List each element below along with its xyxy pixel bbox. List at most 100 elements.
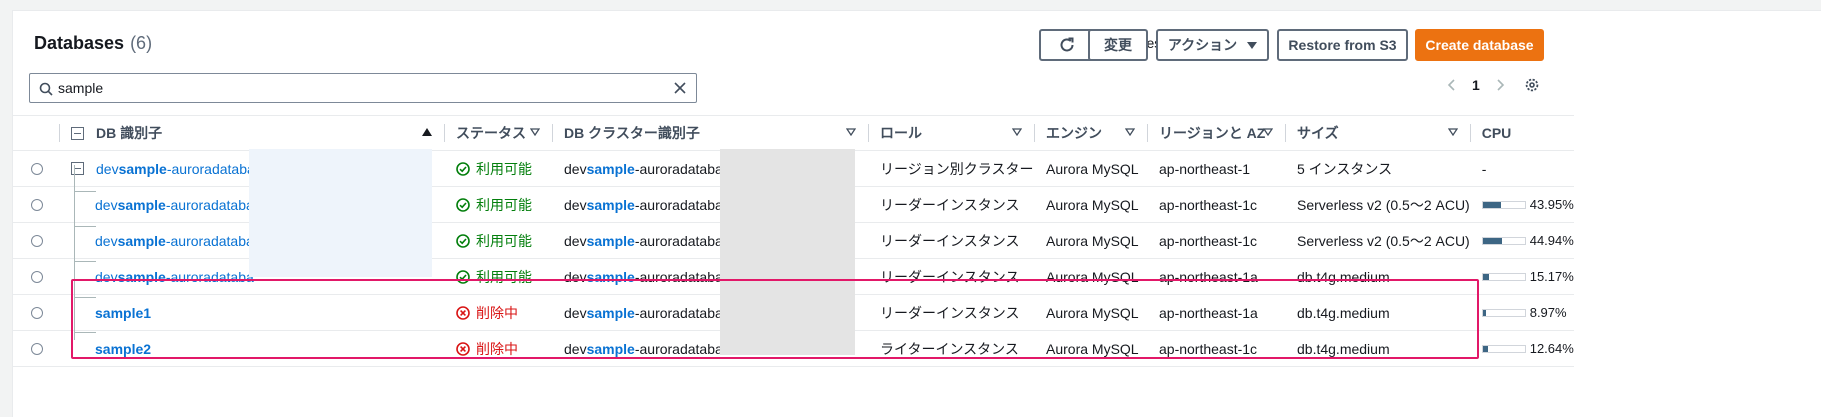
region-cell: ap-northeast-1a <box>1147 258 1285 295</box>
db-identifier-link[interactable]: devsample-auroradataba <box>95 269 254 285</box>
column-header-role[interactable]: ロール <box>868 115 1034 151</box>
cpu-usage: 43.95% <box>1470 197 1574 212</box>
region-cell: ap-northeast-1a <box>1147 294 1285 331</box>
row-radio[interactable] <box>31 270 43 283</box>
db-identifier-link[interactable]: devsample-auroradataba <box>95 233 254 249</box>
row-select[interactable] <box>13 222 59 259</box>
engine-text: Aurora MySQL <box>1046 268 1139 285</box>
role-cell: リーダーインスタンス <box>868 294 1034 331</box>
filter-caret-icon[interactable] <box>1012 128 1022 136</box>
size-cell: db.t4g.medium <box>1285 330 1470 367</box>
column-header-region[interactable]: リージョンと AZ <box>1147 115 1285 151</box>
caret-down-icon <box>1247 41 1258 49</box>
filter-caret-icon[interactable] <box>846 128 856 136</box>
engine-text: Aurora MySQL <box>1046 160 1139 177</box>
cpu-usage: 12.64% <box>1470 341 1574 356</box>
row-radio[interactable] <box>31 342 43 355</box>
chevron-right-icon[interactable] <box>1494 78 1506 92</box>
actions-label: アクション <box>1167 37 1238 53</box>
row-radio[interactable] <box>31 198 43 211</box>
id-suffix: -auroradataba <box>165 196 254 213</box>
db-identifier-link[interactable]: sample1 <box>95 305 151 321</box>
status-text: 削除中 <box>476 304 518 321</box>
check-circle-icon <box>456 269 470 284</box>
row-radio[interactable] <box>31 234 43 247</box>
row-select[interactable] <box>13 258 59 295</box>
filter-caret-icon[interactable] <box>1447 128 1458 136</box>
column-header-cpu[interactable]: CPU <box>1469 115 1574 151</box>
size-cell: Serverless v2 (0.5〜2 ACU) <box>1285 186 1470 223</box>
id-match: sample <box>117 268 166 285</box>
actions-dropdown[interactable]: アクション <box>1156 29 1269 61</box>
engine-text: Aurora MySQL <box>1046 196 1139 213</box>
size-text: db.t4g.medium <box>1297 340 1390 357</box>
cpu-usage: 44.94% <box>1470 233 1574 248</box>
status-cell: 削除中 <box>444 294 552 331</box>
column-header-size[interactable]: サイズ <box>1285 115 1470 151</box>
refresh-icon <box>1060 37 1074 52</box>
modify-label: 変更 <box>1104 37 1132 53</box>
column-header-engine[interactable]: エンジン <box>1034 115 1147 151</box>
role-text: ライターインスタンス <box>880 340 1019 357</box>
column-header-id[interactable]: DB 識別子 <box>59 115 444 151</box>
row-select[interactable] <box>13 294 59 331</box>
modify-button[interactable]: 変更 <box>1088 29 1148 61</box>
row-select[interactable] <box>13 150 59 187</box>
column-label-status: ステータス <box>456 125 526 141</box>
role-text: リージョン別クラスター <box>880 160 1034 177</box>
redaction-blur <box>720 149 855 355</box>
select-column-header <box>13 115 59 151</box>
cluster-match: sample <box>586 340 635 357</box>
filter-caret-icon[interactable] <box>530 128 540 136</box>
db-identifier-cell: sample2 <box>59 330 444 367</box>
role-text: リーダーインスタンス <box>880 196 1020 213</box>
column-header-status[interactable]: ステータス <box>444 115 552 151</box>
sort-ascending-icon[interactable] <box>422 128 432 136</box>
row-select[interactable] <box>13 330 59 367</box>
collapse-icon[interactable] <box>71 162 84 175</box>
search-input[interactable]: sample <box>29 73 697 103</box>
column-header-cluster[interactable]: DB クラスター識別子 <box>552 115 868 151</box>
collapse-all-icon[interactable] <box>71 126 84 140</box>
search-value[interactable]: sample <box>58 80 696 96</box>
id-match: sample2 <box>95 340 152 357</box>
cluster-prefix: dev <box>564 268 587 285</box>
filter-caret-icon[interactable] <box>1263 128 1273 136</box>
cpu-cell: 12.64% <box>1469 330 1574 367</box>
restore-from-s3-button[interactable]: Restore from S3 <box>1277 29 1408 61</box>
role-cell: リーダーインスタンス <box>868 222 1034 259</box>
role-cell: リーダーインスタンス <box>868 258 1034 295</box>
cpu-value: 12.64% <box>1529 341 1574 356</box>
gear-icon[interactable] <box>1524 77 1540 93</box>
database-count: (6) <box>130 33 153 53</box>
cluster-prefix: dev <box>564 304 587 321</box>
current-page[interactable]: 1 <box>1472 77 1480 93</box>
column-label-region: リージョンと AZ <box>1159 125 1266 141</box>
check-circle-icon <box>456 197 470 212</box>
error-circle-icon <box>456 341 470 356</box>
region-text: ap-northeast-1c <box>1159 196 1258 213</box>
chevron-left-icon[interactable] <box>1446 78 1458 92</box>
refresh-button[interactable] <box>1039 29 1095 61</box>
region-cell: ap-northeast-1c <box>1147 222 1285 259</box>
filter-caret-icon[interactable] <box>1125 128 1135 136</box>
cluster-match: sample <box>586 160 635 177</box>
create-database-button[interactable]: Create database <box>1415 29 1544 61</box>
row-radio[interactable] <box>31 306 43 319</box>
check-circle-icon <box>456 161 470 176</box>
cpu-cell: 44.94% <box>1469 222 1574 259</box>
status-cell: 利用可能 <box>444 186 552 223</box>
db-identifier-link[interactable]: devsample-auroradataba <box>95 197 254 213</box>
clear-icon[interactable] <box>672 80 688 96</box>
cluster-prefix: dev <box>564 196 587 213</box>
db-identifier-cell: sample1 <box>59 294 444 331</box>
db-identifier-link[interactable]: sample2 <box>95 341 151 357</box>
redaction-blur <box>249 149 432 277</box>
cluster-match: sample <box>586 232 635 249</box>
row-select[interactable] <box>13 186 59 223</box>
role-text: リーダーインスタンス <box>880 304 1020 321</box>
engine-text: Aurora MySQL <box>1046 304 1139 321</box>
cluster-match: sample <box>586 304 635 321</box>
row-radio[interactable] <box>31 162 43 175</box>
status-cell: 利用可能 <box>444 222 552 259</box>
